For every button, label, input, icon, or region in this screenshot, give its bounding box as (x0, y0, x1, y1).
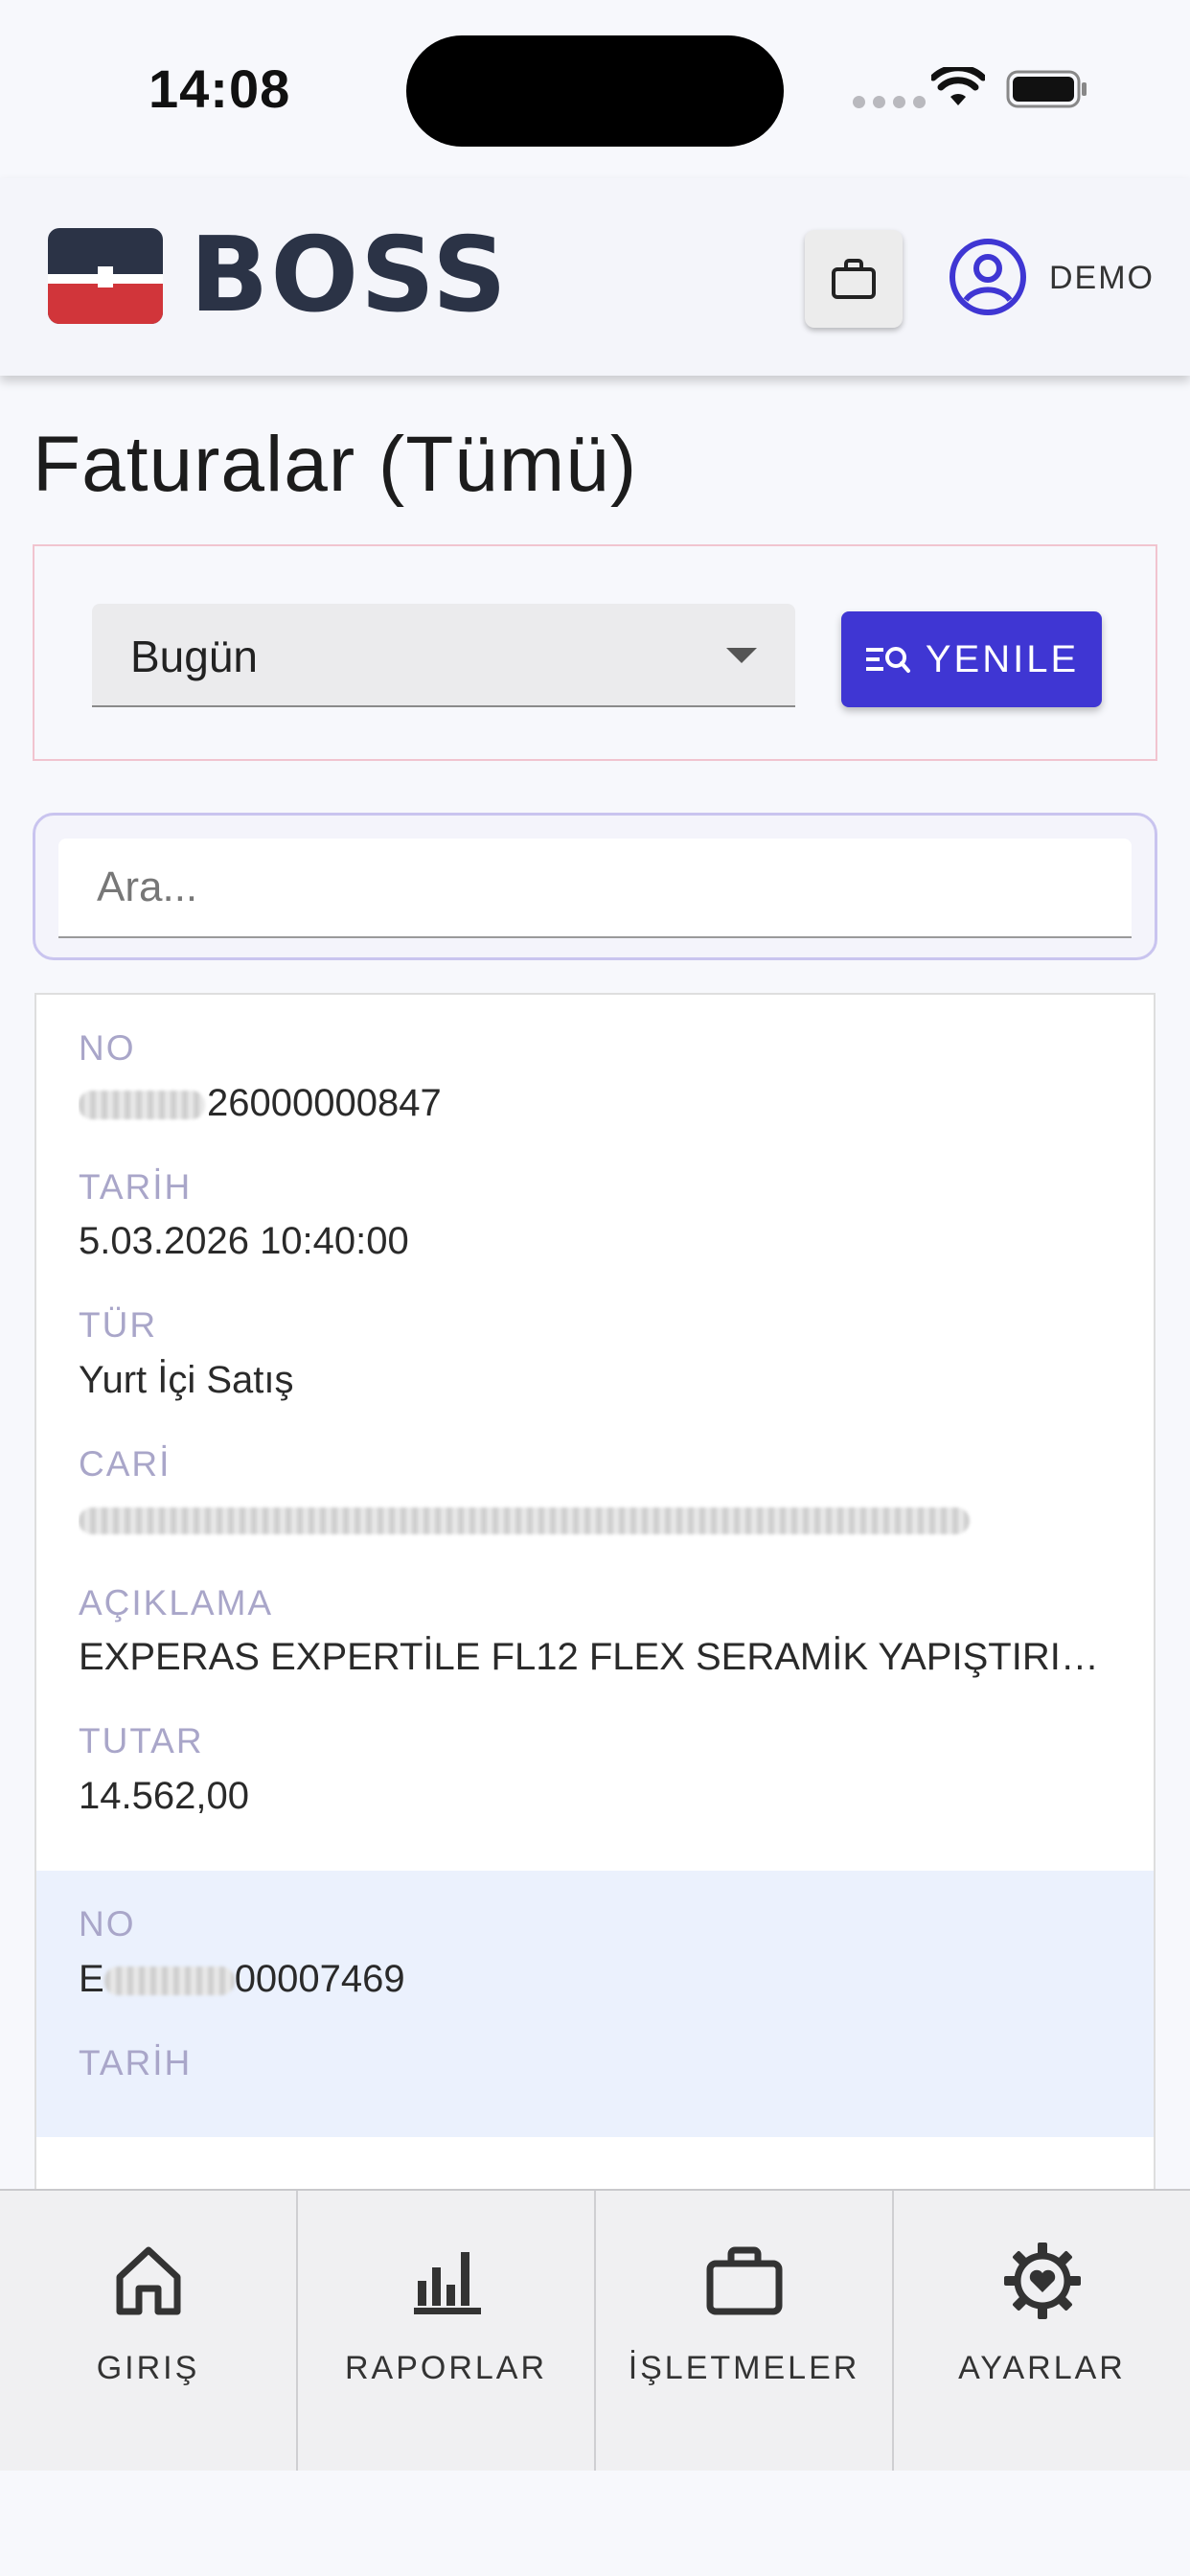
bar-chart-icon (413, 2252, 481, 2314)
nav-item-home[interactable]: GIRIŞ (0, 2191, 298, 2471)
gear-heart-icon (1003, 2242, 1081, 2319)
invoice-list[interactable]: NO 26000000847 TARİH 5.03.2026 10:40:00 … (34, 993, 1156, 2191)
user-avatar-icon[interactable] (949, 238, 1027, 316)
field-tarih: TARİH 5.03.2026 10:40:00 (79, 1166, 1111, 1263)
field-label: AÇIKLAMA (79, 1582, 274, 1622)
field-no: NO 26000000847 (79, 1028, 1111, 1124)
page-title: Faturalar (Tümü) (33, 421, 638, 508)
dropdown-caret-icon (726, 648, 757, 663)
list-item[interactable]: NO E 00007469 TARİH (36, 1871, 1154, 2137)
dynamic-island (406, 35, 784, 147)
wifi-icon (931, 67, 985, 105)
refresh-button-label: YENILE (925, 637, 1080, 680)
briefcase-icon (832, 259, 876, 299)
field-label: CARİ (79, 1444, 172, 1484)
field-label: TUTAR (79, 1721, 204, 1761)
field-cari: CARİ (79, 1444, 1111, 1540)
field-label: NO (79, 1028, 136, 1068)
field-no: NO E 00007469 (79, 1904, 1111, 2000)
bottom-nav: GIRIŞ RAPORLAR İŞLETMELER AYARLAR (0, 2189, 1190, 2471)
redacted-text (79, 1507, 970, 1535)
field-tutar: TUTAR 14.562,00 (79, 1722, 1111, 1817)
redacted-text (103, 1966, 235, 1996)
home-indicator-area (0, 2471, 1190, 2576)
field-value: E 00007469 (79, 1957, 405, 2000)
nav-item-businesses[interactable]: İŞLETMELER (596, 2191, 894, 2471)
cellular-signal-icon (853, 96, 926, 108)
home-icon (116, 2246, 180, 2315)
battery-icon (1006, 70, 1087, 108)
nav-label: İŞLETMELER (628, 2350, 860, 2386)
briefcase-icon (706, 2246, 782, 2315)
period-select-value: Bugün (130, 632, 259, 681)
field-value: 14.562,00 (79, 1775, 249, 1818)
boss-logo[interactable]: BOSS (48, 216, 546, 335)
filter-search-icon (865, 647, 910, 673)
field-aciklama: AÇIKLAMA EXPERAS EXPERTİLE FL12 FLEX SER… (79, 1582, 1111, 1679)
nav-item-reports[interactable]: RAPORLAR (298, 2191, 596, 2471)
field-label: TARİH (79, 2042, 193, 2082)
nav-label: GIRIŞ (96, 2350, 200, 2386)
filter-panel: Bugün YENILE (33, 544, 1157, 761)
user-name[interactable]: DEMO (1049, 260, 1155, 297)
search-panel (33, 813, 1157, 960)
refresh-button[interactable]: YENILE (841, 611, 1102, 707)
nav-label: RAPORLAR (344, 2350, 548, 2386)
redacted-text (79, 1091, 205, 1120)
nav-item-settings[interactable]: AYARLAR (894, 2191, 1190, 2471)
field-label: TARİH (79, 1166, 193, 1207)
field-label: NO (79, 1904, 136, 1944)
status-time: 14:08 (149, 58, 291, 119)
businesses-button[interactable] (805, 230, 903, 328)
logo-text: BOSS (190, 216, 509, 335)
nav-label: AYARLAR (958, 2350, 1126, 2386)
field-label: TÜR (79, 1305, 158, 1346)
logo-mark-icon (48, 228, 163, 324)
app-header: BOSS DEMO (0, 178, 1190, 376)
list-item[interactable]: NO 26000000847 TARİH 5.03.2026 10:40:00 … (36, 995, 1154, 1871)
field-tarih: TARİH (79, 2042, 1111, 2083)
field-value (79, 1498, 1111, 1540)
field-value: Yurt İçi Satış (79, 1359, 294, 1402)
period-select[interactable]: Bugün (92, 604, 795, 707)
field-value: 26000000847 (79, 1082, 1111, 1124)
field-value: EXPERAS EXPERTİLE FL12 FLEX SERAMİK YAPI… (79, 1636, 1111, 1679)
field-tur: TÜR Yurt İçi Satış (79, 1306, 1111, 1401)
status-bar: 14:08 (0, 0, 1190, 178)
search-input[interactable] (58, 839, 1132, 938)
field-value: 5.03.2026 10:40:00 (79, 1220, 409, 1263)
